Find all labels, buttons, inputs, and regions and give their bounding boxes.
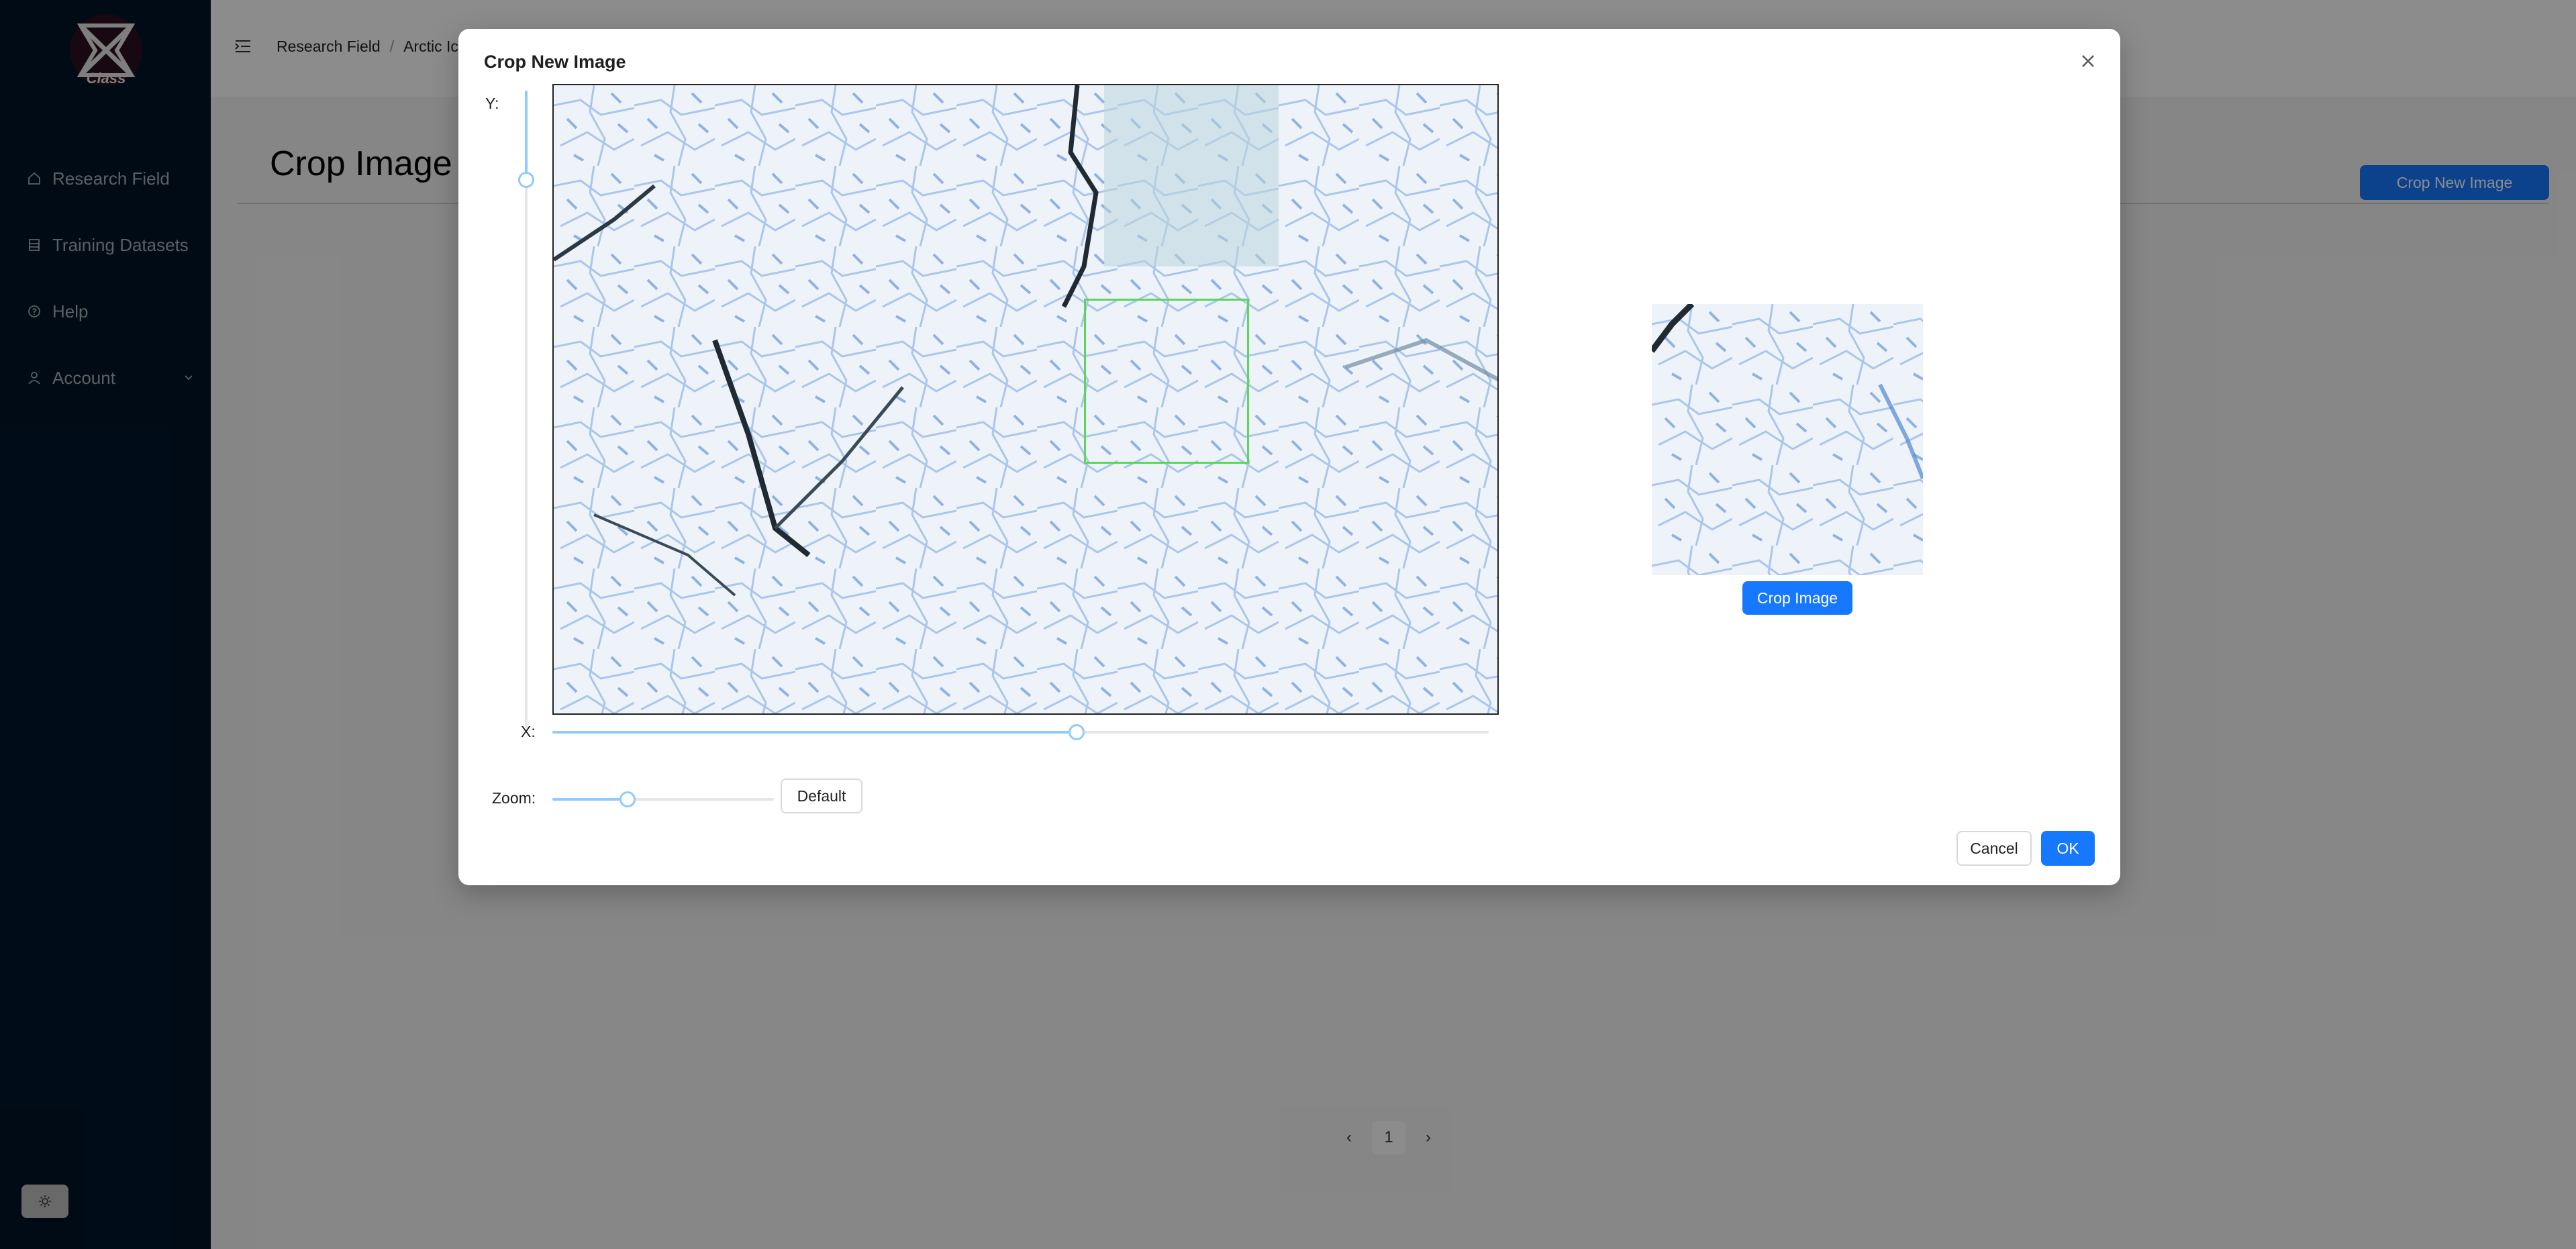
crop-source-image[interactable] — [552, 84, 1499, 715]
x-slider-track-fill — [552, 731, 1077, 734]
crop-preview-image — [1652, 304, 1923, 575]
crop-selection-box[interactable] — [1084, 299, 1249, 464]
y-slider[interactable] — [518, 91, 534, 728]
modal-title: Crop New Image — [484, 52, 626, 72]
zoom-slider[interactable] — [552, 791, 774, 807]
x-slider-handle[interactable] — [1069, 724, 1085, 740]
preview-ice-image — [1652, 304, 1923, 575]
x-slider[interactable] — [552, 724, 1489, 740]
crop-modal: Crop New Image Y: X: Crop Image Zoom: De… — [458, 29, 2120, 885]
default-zoom-button[interactable]: Default — [781, 779, 862, 813]
close-icon[interactable] — [2076, 49, 2100, 73]
zoom-slider-handle[interactable] — [620, 791, 636, 807]
zoom-slider-track-fill — [552, 798, 628, 801]
zoom-slider-label: Zoom: — [492, 789, 536, 807]
ok-button[interactable]: OK — [2041, 831, 2095, 866]
sea-ice-image — [554, 85, 1497, 713]
x-slider-label: X: — [521, 723, 536, 740]
y-slider-label: Y: — [485, 95, 499, 112]
y-slider-track-fill — [525, 91, 528, 180]
y-slider-handle[interactable] — [518, 172, 534, 188]
crop-image-button[interactable]: Crop Image — [1742, 581, 1852, 615]
cancel-button[interactable]: Cancel — [1956, 831, 2032, 866]
